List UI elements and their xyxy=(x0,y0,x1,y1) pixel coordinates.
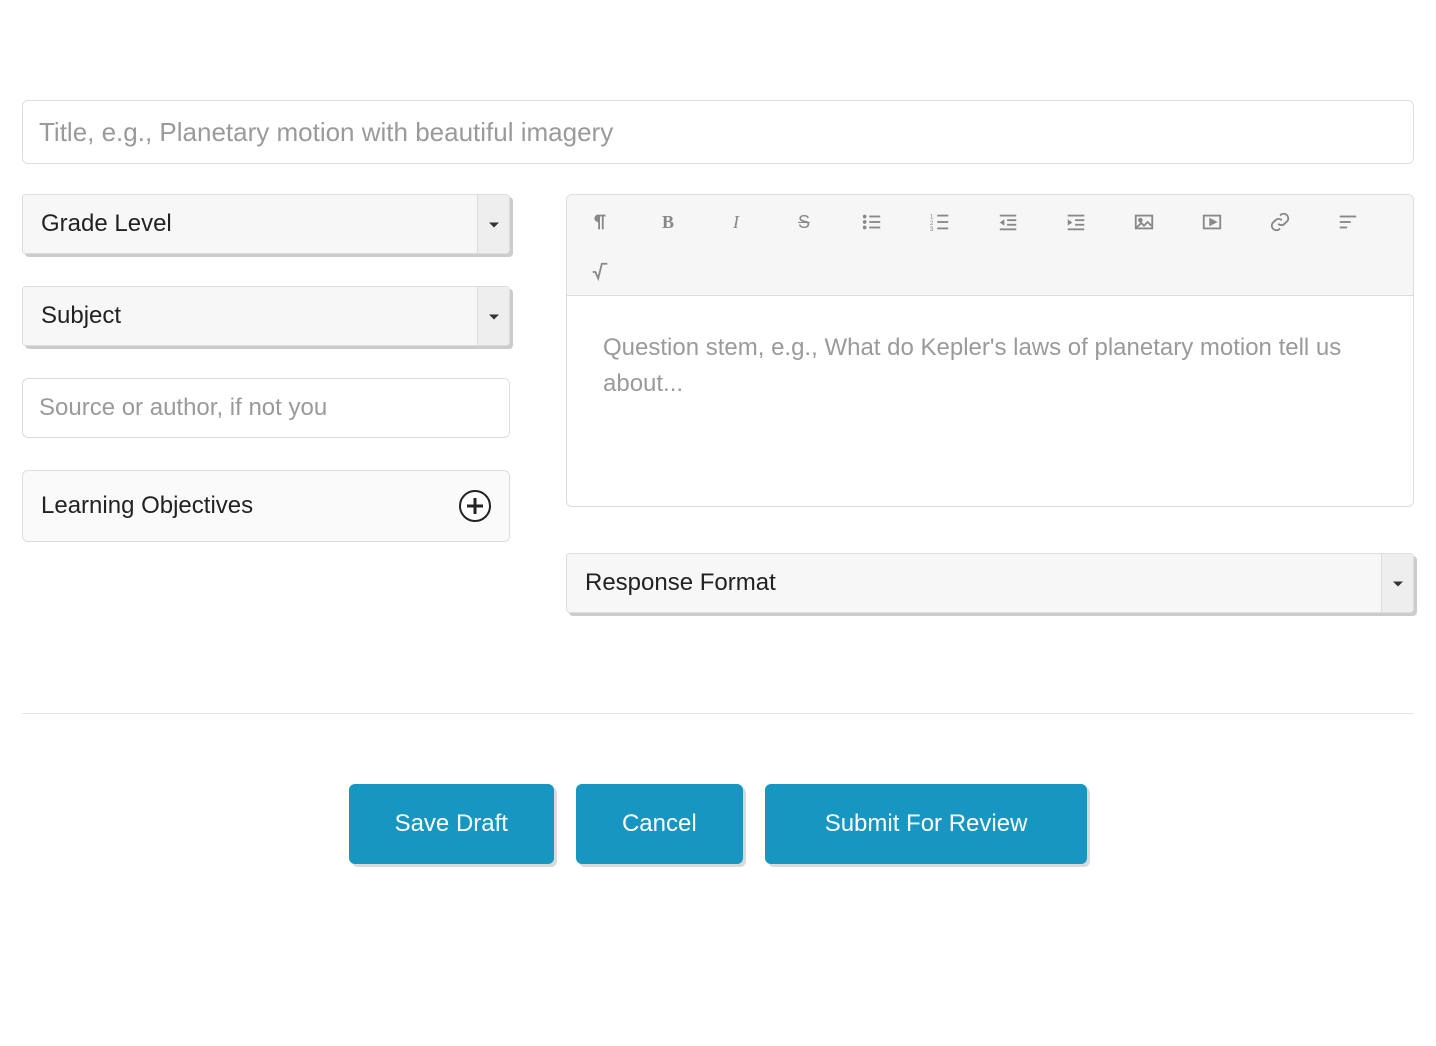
chevron-down-icon xyxy=(477,287,509,345)
response-format-row: Response Format xyxy=(566,553,1414,613)
grade-level-select[interactable]: Grade Level xyxy=(22,194,510,254)
learning-objectives-label: Learning Objectives xyxy=(41,492,253,520)
response-format-label: Response Format xyxy=(585,569,776,597)
chevron-down-icon xyxy=(1381,554,1413,612)
chevron-down-icon xyxy=(477,195,509,253)
submit-for-review-button[interactable]: Submit For Review xyxy=(765,784,1088,864)
grade-level-label: Grade Level xyxy=(41,210,172,238)
paragraph-icon[interactable] xyxy=(587,209,613,235)
video-icon[interactable] xyxy=(1199,209,1225,235)
question-stem-input[interactable]: Question stem, e.g., What do Kepler's la… xyxy=(567,296,1413,506)
divider xyxy=(22,713,1414,714)
action-bar: Save Draft Cancel Submit For Review xyxy=(22,784,1414,864)
align-icon[interactable] xyxy=(1335,209,1361,235)
left-column: Grade Level Subject Learning Objectives xyxy=(22,194,510,542)
bold-icon[interactable]: B xyxy=(655,209,681,235)
title-input[interactable] xyxy=(22,100,1414,164)
outdent-icon[interactable] xyxy=(995,209,1021,235)
math-icon[interactable] xyxy=(587,259,613,285)
cancel-button[interactable]: Cancel xyxy=(576,784,743,864)
numbered-list-icon[interactable]: 123 xyxy=(927,209,953,235)
source-input[interactable] xyxy=(22,378,510,438)
learning-objectives-box[interactable]: Learning Objectives xyxy=(22,470,510,542)
right-column: B I S 123 xyxy=(566,194,1414,613)
strikethrough-icon[interactable]: S xyxy=(791,209,817,235)
save-draft-button[interactable]: Save Draft xyxy=(349,784,554,864)
indent-icon[interactable] xyxy=(1063,209,1089,235)
image-icon[interactable] xyxy=(1131,209,1157,235)
rich-text-editor: B I S 123 xyxy=(566,194,1414,507)
italic-icon[interactable]: I xyxy=(723,209,749,235)
editor-toolbar: B I S 123 xyxy=(567,195,1413,296)
subject-select[interactable]: Subject xyxy=(22,286,510,346)
plus-circle-icon[interactable] xyxy=(459,490,491,522)
response-format-select[interactable]: Response Format xyxy=(566,553,1414,613)
bullet-list-icon[interactable] xyxy=(859,209,885,235)
svg-text:3: 3 xyxy=(930,226,934,233)
link-icon[interactable] xyxy=(1267,209,1293,235)
subject-label: Subject xyxy=(41,302,121,330)
form-columns: Grade Level Subject Learning Objectives … xyxy=(22,194,1414,613)
